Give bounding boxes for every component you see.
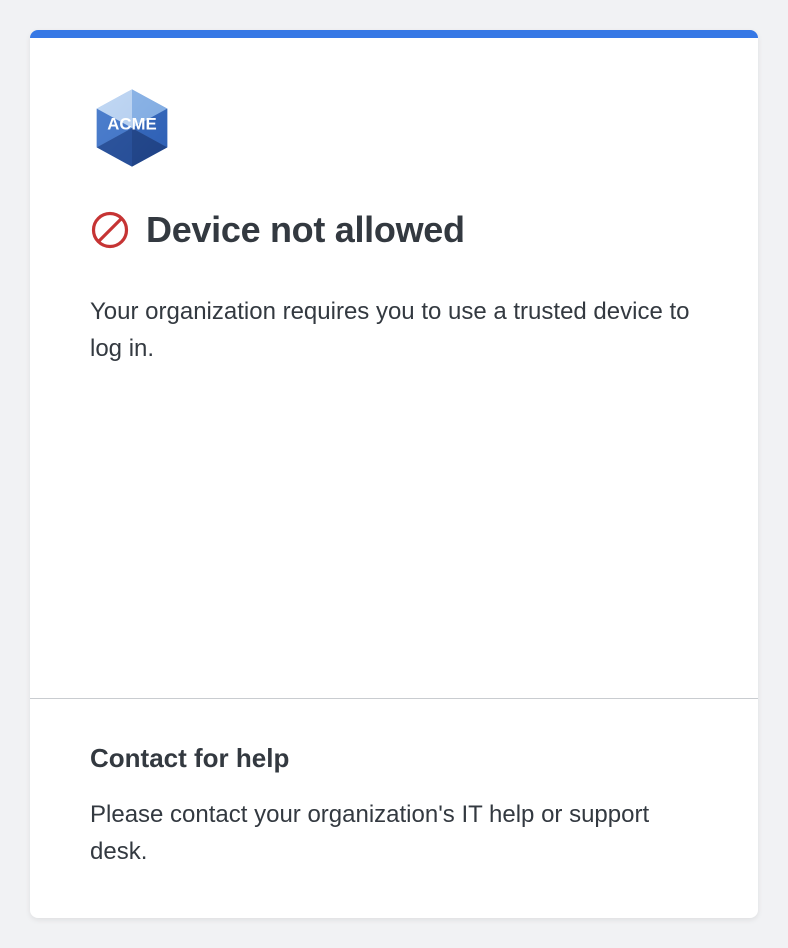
error-title: Device not allowed bbox=[146, 209, 465, 251]
help-message: Please contact your organization's IT he… bbox=[90, 796, 698, 870]
logo-text: ACME bbox=[107, 115, 156, 134]
auth-card: ACME Device not allowed Your organizatio… bbox=[30, 30, 758, 918]
card-accent-bar bbox=[30, 30, 758, 38]
help-section: Contact for help Please contact your org… bbox=[30, 699, 758, 918]
main-section: ACME Device not allowed Your organizatio… bbox=[30, 38, 758, 698]
prohibit-icon bbox=[90, 210, 130, 250]
help-heading: Contact for help bbox=[90, 743, 698, 774]
error-message: Your organization requires you to use a … bbox=[90, 293, 698, 367]
error-title-row: Device not allowed bbox=[90, 209, 698, 251]
org-logo: ACME bbox=[90, 86, 698, 175]
acme-logo-icon: ACME bbox=[90, 86, 174, 170]
